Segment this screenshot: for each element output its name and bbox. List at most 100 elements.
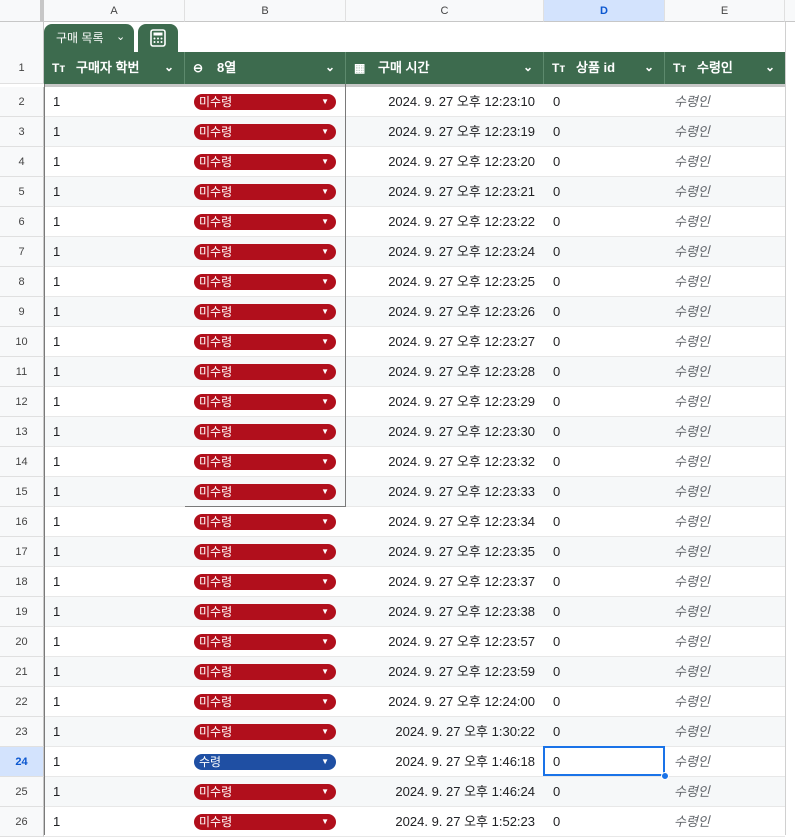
row-number[interactable]: 20 xyxy=(0,627,44,657)
cell-buyer-id[interactable]: 1 xyxy=(44,357,185,387)
cell-product-id[interactable]: 0 xyxy=(544,687,665,717)
cell-buyer-id[interactable]: 1 xyxy=(44,207,185,237)
cell-recipient[interactable]: 수령인 xyxy=(665,597,785,627)
cell-product-id[interactable]: 0 xyxy=(544,147,665,177)
status-chip[interactable]: 미수령 ▼ xyxy=(194,634,336,650)
cell-product-id[interactable]: 0 xyxy=(544,807,665,837)
cell-buyer-id[interactable]: 1 xyxy=(44,147,185,177)
cell-recipient[interactable]: 수령인 xyxy=(665,87,785,117)
cell-purchase-time[interactable]: 2024. 9. 27 오후 12:23:20 xyxy=(346,147,544,177)
row-number[interactable]: 9 xyxy=(0,297,44,327)
cell-buyer-id[interactable]: 1 xyxy=(44,297,185,327)
cell-purchase-time[interactable]: 2024. 9. 27 오후 12:23:32 xyxy=(346,447,544,477)
status-chip[interactable]: 미수령 ▼ xyxy=(194,544,336,560)
cell-buyer-id[interactable]: 1 xyxy=(44,87,185,117)
cell-product-id[interactable]: 0 xyxy=(544,357,665,387)
row-number[interactable]: 23 xyxy=(0,717,44,747)
column-header-c[interactable]: C xyxy=(346,0,544,22)
cell-buyer-id[interactable]: 1 xyxy=(44,507,185,537)
cell-product-id[interactable]: 0 xyxy=(544,297,665,327)
cell-product-id[interactable]: 0 xyxy=(544,267,665,297)
cell-product-id[interactable]: 0 xyxy=(544,177,665,207)
status-chip[interactable]: 미수령 ▼ xyxy=(194,664,336,680)
column-header-d[interactable]: D xyxy=(544,0,665,22)
status-chip[interactable]: 미수령 ▼ xyxy=(194,514,336,530)
cell-status[interactable]: 미수령 ▼ xyxy=(185,447,346,477)
cell-buyer-id[interactable]: 1 xyxy=(44,567,185,597)
status-chip[interactable]: 미수령 ▼ xyxy=(194,484,336,500)
cell-buyer-id[interactable]: 1 xyxy=(44,747,185,777)
status-chip[interactable]: 미수령 ▼ xyxy=(194,394,336,410)
cell-product-id[interactable]: 0 xyxy=(544,387,665,417)
status-chip[interactable]: 미수령 ▼ xyxy=(194,334,336,350)
cell-purchase-time[interactable]: 2024. 9. 27 오후 1:30:22 xyxy=(346,717,544,747)
table-calc-tab[interactable] xyxy=(138,24,178,52)
row-number[interactable]: 22 xyxy=(0,687,44,717)
cell-recipient[interactable]: 수령인 xyxy=(665,387,785,417)
row-number[interactable]: 11 xyxy=(0,357,44,387)
cell-status[interactable]: 미수령 ▼ xyxy=(185,237,346,267)
cell-recipient[interactable]: 수령인 xyxy=(665,417,785,447)
column-header-e[interactable]: E xyxy=(665,0,785,22)
cell-buyer-id[interactable]: 1 xyxy=(44,537,185,567)
cell-buyer-id[interactable]: 1 xyxy=(44,717,185,747)
cell-product-id[interactable]: 0 xyxy=(544,507,665,537)
row-number[interactable]: 14 xyxy=(0,447,44,477)
row-number[interactable]: 13 xyxy=(0,417,44,447)
cell-product-id[interactable]: 0 xyxy=(544,447,665,477)
cell-recipient[interactable]: 수령인 xyxy=(665,747,785,777)
cell-purchase-time[interactable]: 2024. 9. 27 오후 12:23:28 xyxy=(346,357,544,387)
row-number[interactable]: 8 xyxy=(0,267,44,297)
cell-product-id[interactable]: 0 xyxy=(544,237,665,267)
cell-purchase-time[interactable]: 2024. 9. 27 오후 12:23:35 xyxy=(346,537,544,567)
status-chip[interactable]: 미수령 ▼ xyxy=(194,94,336,110)
cell-status[interactable]: 미수령 ▼ xyxy=(185,567,346,597)
row-number[interactable]: 10 xyxy=(0,327,44,357)
cell-status[interactable]: 수령 ▼ xyxy=(185,747,346,777)
cell-recipient[interactable]: 수령인 xyxy=(665,657,785,687)
cell-recipient[interactable]: 수령인 xyxy=(665,537,785,567)
cell-status[interactable]: 미수령 ▼ xyxy=(185,417,346,447)
table-name-tab[interactable]: 구매 목록 ⌄ xyxy=(44,24,134,52)
cell-recipient[interactable]: 수령인 xyxy=(665,237,785,267)
select-all-corner[interactable] xyxy=(0,0,44,22)
cell-recipient[interactable]: 수령인 xyxy=(665,327,785,357)
cell-buyer-id[interactable]: 1 xyxy=(44,687,185,717)
cell-purchase-time[interactable]: 2024. 9. 27 오후 12:23:38 xyxy=(346,597,544,627)
cell-buyer-id[interactable]: 1 xyxy=(44,327,185,357)
cell-status[interactable]: 미수령 ▼ xyxy=(185,477,346,507)
cell-status[interactable]: 미수령 ▼ xyxy=(185,207,346,237)
status-chip[interactable]: 미수령 ▼ xyxy=(194,364,336,380)
fill-handle[interactable] xyxy=(661,772,669,780)
column-header-a[interactable]: A xyxy=(44,0,185,22)
cell-product-id[interactable]: 0 xyxy=(544,477,665,507)
cell-status[interactable]: 미수령 ▼ xyxy=(185,177,346,207)
cell-product-id[interactable]: 0 xyxy=(544,417,665,447)
cell-recipient[interactable]: 수령인 xyxy=(665,447,785,477)
cell-product-id[interactable]: 0 xyxy=(544,117,665,147)
cell-recipient[interactable]: 수령인 xyxy=(665,357,785,387)
cell-status[interactable]: 미수령 ▼ xyxy=(185,147,346,177)
row-number[interactable]: 3 xyxy=(0,117,44,147)
cell-purchase-time[interactable]: 2024. 9. 27 오후 12:23:27 xyxy=(346,327,544,357)
cell-recipient[interactable]: 수령인 xyxy=(665,687,785,717)
cell-purchase-time[interactable]: 2024. 9. 27 오후 12:23:59 xyxy=(346,657,544,687)
row-number[interactable]: 12 xyxy=(0,387,44,417)
cell-status[interactable]: 미수령 ▼ xyxy=(185,87,346,117)
cell-buyer-id[interactable]: 1 xyxy=(44,267,185,297)
status-chip[interactable]: 미수령 ▼ xyxy=(194,604,336,620)
cell-recipient[interactable]: 수령인 xyxy=(665,507,785,537)
cell-status[interactable]: 미수령 ▼ xyxy=(185,327,346,357)
cell-purchase-time[interactable]: 2024. 9. 27 오후 12:23:21 xyxy=(346,177,544,207)
cell-product-id[interactable]: 0 xyxy=(544,327,665,357)
row-number[interactable]: 7 xyxy=(0,237,44,267)
cell-status[interactable]: 미수령 ▼ xyxy=(185,657,346,687)
cell-status[interactable]: 미수령 ▼ xyxy=(185,357,346,387)
cell-purchase-time[interactable]: 2024. 9. 27 오후 12:23:37 xyxy=(346,567,544,597)
cell-recipient[interactable]: 수령인 xyxy=(665,297,785,327)
status-chip[interactable]: 미수령 ▼ xyxy=(194,244,336,260)
cell-purchase-time[interactable]: 2024. 9. 27 오후 1:52:23 xyxy=(346,807,544,837)
cell-purchase-time[interactable]: 2024. 9. 27 오후 12:23:25 xyxy=(346,267,544,297)
cell-product-id[interactable]: 0 xyxy=(544,537,665,567)
row-number[interactable]: 19 xyxy=(0,597,44,627)
